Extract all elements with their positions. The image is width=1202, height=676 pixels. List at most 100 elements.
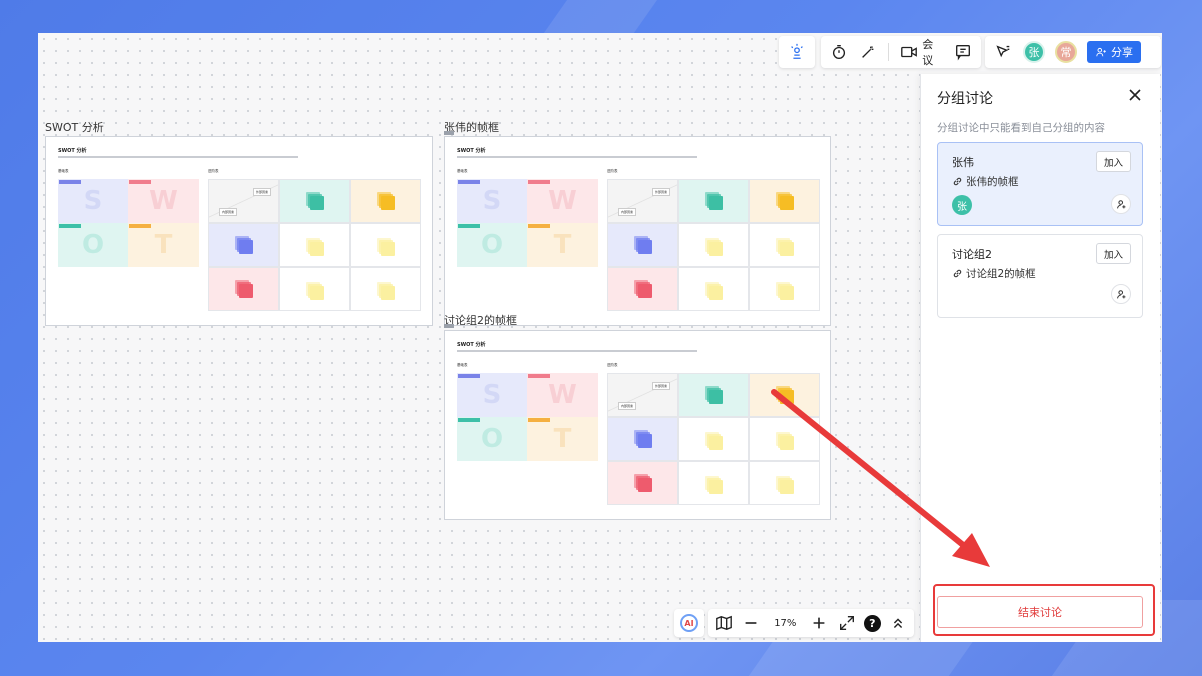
toolbar-divider bbox=[887, 43, 889, 61]
doc-heading: SWOT 分析 bbox=[58, 148, 87, 154]
toolbar-group-2: 会议 bbox=[821, 36, 981, 68]
swot-o-cell[interactable]: O bbox=[457, 417, 527, 461]
join-button[interactable]: 加入 bbox=[1096, 151, 1131, 172]
ai-icon: AI bbox=[680, 614, 698, 632]
avatar: 张 bbox=[952, 195, 972, 215]
close-icon[interactable] bbox=[1126, 86, 1144, 104]
doc-text-line bbox=[457, 156, 697, 158]
swot-t-cell[interactable]: T bbox=[128, 223, 199, 267]
advanced-st-cell[interactable] bbox=[749, 179, 820, 223]
doc-heading: SWOT 分析 bbox=[457, 148, 486, 154]
advanced-strength-cell[interactable] bbox=[607, 417, 678, 461]
advanced-st-cell[interactable] bbox=[749, 373, 820, 417]
add-member-icon[interactable] bbox=[1111, 194, 1131, 214]
advanced-so-cell[interactable] bbox=[678, 373, 749, 417]
advanced-cell[interactable] bbox=[678, 223, 749, 267]
whiteboard-canvas[interactable]: 会议 张 常 分享 SWOT 分析 SWOT 分析 基础表 进阶表 S W O … bbox=[38, 33, 1162, 642]
advanced-so-cell[interactable] bbox=[279, 179, 350, 223]
advanced-weakness-cell[interactable] bbox=[607, 461, 678, 505]
avatar[interactable]: 张 bbox=[1023, 41, 1045, 63]
frame-swot[interactable]: SWOT 分析 基础表 进阶表 S W O T 外部因素 内部因素 bbox=[45, 136, 433, 326]
group-name: 讨论组2 bbox=[952, 248, 992, 261]
ai-button[interactable]: AI bbox=[674, 609, 704, 637]
highlight-box bbox=[933, 584, 1155, 636]
section-label: 进阶表 bbox=[607, 363, 618, 367]
swot-t-cell[interactable]: T bbox=[527, 417, 598, 461]
group-frame-label: 讨论组2的帧框 bbox=[966, 268, 1036, 280]
frame-group2[interactable]: SWOT 分析 基础表 进阶表 S W O T 外部因素 内部因素 bbox=[444, 330, 831, 520]
meeting-button[interactable]: 会议 bbox=[899, 36, 944, 68]
advanced-cell[interactable] bbox=[279, 267, 350, 311]
swot-s-cell[interactable]: S bbox=[457, 373, 527, 417]
link-icon bbox=[953, 269, 962, 278]
frame-title: 讨论组2的帧框 bbox=[444, 314, 517, 327]
frame-zhangwei[interactable]: SWOT 分析 基础表 进阶表 S W O T 外部因素 内部因素 bbox=[444, 136, 831, 326]
swot-w-cell[interactable]: W bbox=[527, 373, 598, 417]
advanced-weakness-cell[interactable] bbox=[607, 267, 678, 311]
advanced-cell[interactable] bbox=[749, 267, 820, 311]
advanced-cell[interactable] bbox=[678, 461, 749, 505]
doc-heading: SWOT 分析 bbox=[457, 342, 486, 348]
frame-tag bbox=[444, 324, 454, 328]
advanced-cell[interactable] bbox=[350, 223, 421, 267]
follow-cursor-icon[interactable] bbox=[993, 42, 1013, 62]
group-card[interactable]: 张伟 张伟的帧框 加入 张 bbox=[937, 142, 1143, 226]
swot-s-cell[interactable]: S bbox=[58, 179, 128, 223]
toolbar-group-3: 张 常 分享 bbox=[985, 36, 1161, 68]
add-member-icon[interactable] bbox=[1111, 284, 1131, 304]
help-icon[interactable]: ? bbox=[863, 614, 881, 632]
swot-o-cell[interactable]: O bbox=[58, 223, 128, 267]
swot-s-cell[interactable]: S bbox=[457, 179, 527, 223]
advanced-strength-cell[interactable] bbox=[607, 223, 678, 267]
swot-t-cell[interactable]: T bbox=[527, 223, 598, 267]
user-share-icon bbox=[1096, 47, 1106, 57]
collapse-up-icon[interactable] bbox=[888, 613, 908, 633]
group-card[interactable]: 讨论组2 讨论组2的帧框 加入 bbox=[937, 234, 1143, 318]
advanced-weakness-cell[interactable] bbox=[208, 267, 279, 311]
advanced-header-cell: 外部因素 内部因素 bbox=[607, 179, 678, 223]
panel-subtitle: 分组讨论中只能看到自己分组的内容 bbox=[937, 122, 1105, 134]
swot-w-cell[interactable]: W bbox=[128, 179, 199, 223]
advanced-strength-cell[interactable] bbox=[208, 223, 279, 267]
share-label: 分享 bbox=[1111, 46, 1133, 59]
section-label: 基础表 bbox=[457, 169, 468, 173]
share-button[interactable]: 分享 bbox=[1087, 41, 1141, 63]
avatar[interactable]: 常 bbox=[1055, 41, 1077, 63]
group-frame-link[interactable]: 讨论组2的帧框 bbox=[952, 266, 1036, 281]
toolbar-group-1 bbox=[779, 36, 815, 68]
section-label: 基础表 bbox=[58, 169, 69, 173]
zoom-out-icon[interactable] bbox=[741, 613, 761, 633]
zoom-toolbar: 17% ? bbox=[708, 609, 914, 637]
group-name: 张伟 bbox=[952, 156, 974, 169]
swot-w-cell[interactable]: W bbox=[527, 179, 598, 223]
advanced-so-cell[interactable] bbox=[678, 179, 749, 223]
magic-wand-icon[interactable] bbox=[858, 42, 877, 62]
section-label: 进阶表 bbox=[607, 169, 618, 173]
advanced-header-cell: 外部因素 内部因素 bbox=[607, 373, 678, 417]
advanced-cell[interactable] bbox=[678, 267, 749, 311]
advanced-cell[interactable] bbox=[350, 267, 421, 311]
fit-screen-icon[interactable] bbox=[837, 613, 857, 633]
frame-tag bbox=[444, 131, 454, 135]
section-label: 基础表 bbox=[457, 363, 468, 367]
group-frame-link[interactable]: 张伟的帧框 bbox=[952, 174, 1019, 189]
advanced-cell[interactable] bbox=[678, 417, 749, 461]
timer-icon[interactable] bbox=[829, 42, 848, 62]
spotlight-icon[interactable] bbox=[787, 42, 807, 62]
group-frame-label: 张伟的帧框 bbox=[966, 176, 1019, 188]
advanced-cell[interactable] bbox=[749, 223, 820, 267]
zoom-in-icon[interactable] bbox=[809, 613, 829, 633]
video-camera-icon bbox=[899, 42, 918, 62]
doc-text-line bbox=[457, 350, 697, 352]
swot-o-cell[interactable]: O bbox=[457, 223, 527, 267]
comment-icon[interactable] bbox=[954, 42, 973, 62]
join-button[interactable]: 加入 bbox=[1096, 243, 1131, 264]
advanced-cell[interactable] bbox=[749, 461, 820, 505]
zoom-level: 17% bbox=[774, 617, 797, 629]
advanced-cell[interactable] bbox=[749, 417, 820, 461]
frame-title: SWOT 分析 bbox=[45, 121, 104, 134]
breakout-panel: 分组讨论 分组讨论中只能看到自己分组的内容 张伟 张伟的帧框 加入 张 讨论组2… bbox=[920, 74, 1160, 642]
map-icon[interactable] bbox=[714, 613, 734, 633]
advanced-st-cell[interactable] bbox=[350, 179, 421, 223]
advanced-cell[interactable] bbox=[279, 223, 350, 267]
